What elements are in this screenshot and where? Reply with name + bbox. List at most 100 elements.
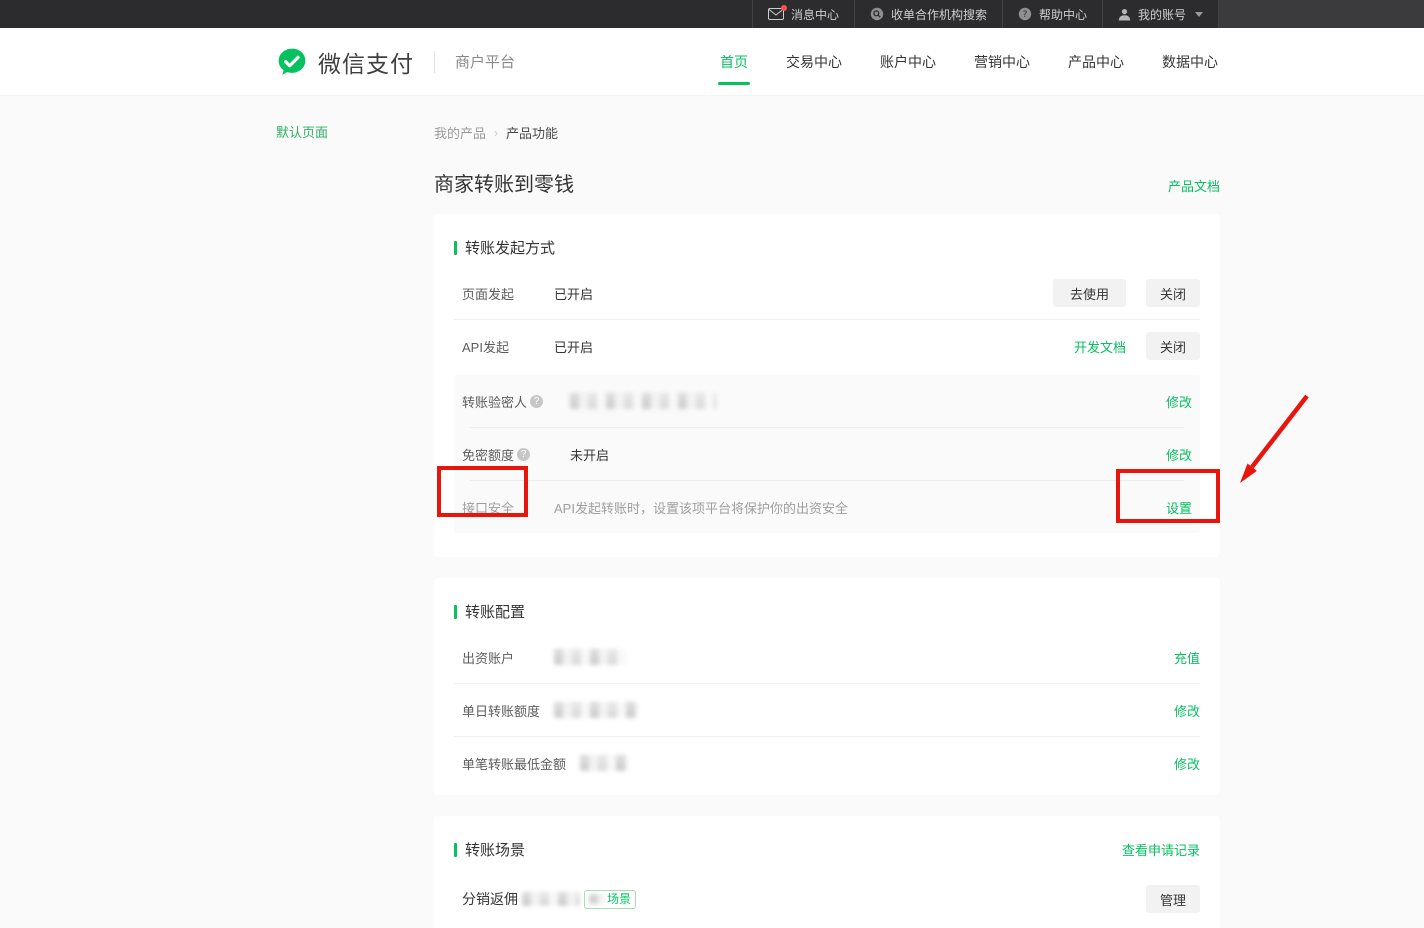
section-accent-bar bbox=[454, 605, 457, 619]
main-nav: 首页 交易中心 账户中心 营销中心 产品中心 数据中心 bbox=[720, 28, 1424, 96]
redacted-scene-value bbox=[522, 892, 580, 906]
card-transfer-initiation: 转账发起方式 页面发起 已开启 去使用 关闭 API发起 已开启 开发文档 关闭 bbox=[434, 214, 1220, 557]
svg-text:?: ? bbox=[1023, 10, 1028, 20]
row-nopass-limit: 免密额度 未开启 修改 bbox=[454, 428, 1200, 480]
go-use-button[interactable]: 去使用 bbox=[1053, 279, 1126, 307]
row-transfer-verifier: 转账验密人 修改 bbox=[454, 375, 1200, 427]
verifier-label: 转账验密人 bbox=[462, 392, 527, 411]
card-bottom-padding bbox=[454, 533, 1200, 555]
brand[interactable]: 微信支付 商户平台 bbox=[276, 45, 515, 79]
notification-dot bbox=[781, 5, 787, 11]
row-label: 单笔转账最低金额 bbox=[462, 754, 566, 773]
section-title: 转账场景 bbox=[465, 839, 525, 860]
scene-label: 分销返佣 bbox=[462, 889, 518, 909]
section-head: 转账发起方式 bbox=[454, 214, 1200, 267]
brand-name: 微信支付 bbox=[318, 45, 414, 79]
nav-item-account-center[interactable]: 账户中心 bbox=[880, 28, 936, 96]
close-page-initiation-button[interactable]: 关闭 bbox=[1146, 279, 1200, 307]
title-row: 商家转账到零钱 产品文档 bbox=[434, 168, 1220, 197]
topbar-help-label: 帮助中心 bbox=[1039, 6, 1087, 23]
sidebar-item-default-page[interactable]: 默认页面 bbox=[276, 122, 328, 141]
nav-item-data-center[interactable]: 数据中心 bbox=[1162, 28, 1218, 96]
manage-button[interactable]: 管理 bbox=[1146, 885, 1200, 913]
topbar-help-center[interactable]: ? 帮助中心 bbox=[1003, 0, 1102, 28]
help-circle-icon: ? bbox=[1018, 7, 1032, 21]
section-accent-bar bbox=[454, 241, 457, 255]
security-description: API发起转账时，设置该项平台将保护你的出资安全 bbox=[554, 498, 848, 517]
section-title: 转账发起方式 bbox=[465, 237, 555, 258]
recharge-link[interactable]: 充值 bbox=[1174, 648, 1200, 667]
modify-nopass-link[interactable]: 修改 bbox=[1166, 445, 1192, 464]
help-icon[interactable] bbox=[530, 395, 543, 408]
dev-doc-link[interactable]: 开发文档 bbox=[1074, 337, 1126, 356]
topbar-account-label: 我的账号 bbox=[1138, 6, 1186, 23]
nav-item-product-center[interactable]: 产品中心 bbox=[1068, 28, 1124, 96]
card-transfer-config: 转账配置 出资账户 充值 单日转账额度 修改 单笔转账最低金额 bbox=[434, 578, 1220, 795]
row-funding-account: 出资账户 充值 bbox=[454, 631, 1200, 683]
close-api-initiation-button[interactable]: 关闭 bbox=[1146, 332, 1200, 360]
nav-item-marketing-center[interactable]: 营销中心 bbox=[974, 28, 1030, 96]
row-api-initiation: API发起 已开启 开发文档 关闭 bbox=[454, 320, 1200, 372]
row-label: 出资账户 bbox=[462, 648, 554, 667]
redacted-daily-limit-value bbox=[554, 702, 638, 718]
nav-item-transaction-center[interactable]: 交易中心 bbox=[786, 28, 842, 96]
help-icon[interactable] bbox=[517, 448, 530, 461]
badge-label: 场景 bbox=[607, 891, 631, 908]
breadcrumb-separator-icon: › bbox=[494, 126, 498, 140]
section-head: 转账配置 bbox=[454, 578, 1200, 631]
breadcrumb-product-features: 产品功能 bbox=[506, 123, 558, 142]
topbar-search-label: 收单合作机构搜索 bbox=[891, 6, 987, 23]
breadcrumb-my-products[interactable]: 我的产品 bbox=[434, 123, 486, 142]
main-column: 我的产品 › 产品功能 商家转账到零钱 产品文档 转账发起方式 页面发起 已开启… bbox=[434, 96, 1220, 928]
header: 微信支付 商户平台 首页 交易中心 账户中心 营销中心 产品中心 数据中心 bbox=[0, 28, 1424, 96]
topbar: 消息中心 收单合作机构搜索 ? 帮助中心 我的账号 bbox=[0, 0, 1424, 28]
status-text: 已开启 bbox=[554, 284, 593, 303]
product-doc-link[interactable]: 产品文档 bbox=[1168, 176, 1220, 195]
row-min-amount: 单笔转账最低金额 修改 bbox=[454, 737, 1200, 789]
redacted-badge-text bbox=[589, 894, 605, 904]
modify-min-amount-link[interactable]: 修改 bbox=[1174, 754, 1200, 773]
section-head: 转账场景 查看申请记录 bbox=[454, 816, 1200, 869]
topbar-spacer bbox=[0, 0, 752, 28]
section-accent-bar bbox=[454, 843, 457, 857]
status-text: 未开启 bbox=[570, 445, 609, 464]
content-area: 默认页面 我的产品 › 产品功能 商家转账到零钱 产品文档 转账发起方式 页面发… bbox=[0, 96, 1424, 928]
section-title: 转账配置 bbox=[465, 601, 525, 622]
search-icon bbox=[870, 7, 884, 21]
mail-icon bbox=[768, 8, 784, 20]
settings-link[interactable]: 设置 bbox=[1166, 498, 1192, 517]
row-label: 接口安全 bbox=[462, 498, 554, 517]
brand-divider bbox=[434, 51, 435, 73]
topbar-acquirer-search[interactable]: 收单合作机构搜索 bbox=[855, 0, 1002, 28]
row-label: 免密额度 bbox=[462, 445, 554, 464]
row-label: 单日转账额度 bbox=[462, 701, 554, 720]
topbar-my-account[interactable]: 我的账号 bbox=[1103, 0, 1218, 28]
topbar-tail bbox=[1219, 0, 1424, 28]
breadcrumb: 我的产品 › 产品功能 bbox=[434, 123, 1220, 142]
brand-platform: 商户平台 bbox=[455, 51, 515, 72]
row-label: 转账验密人 bbox=[462, 392, 554, 411]
modify-verifier-link[interactable]: 修改 bbox=[1166, 392, 1192, 411]
modify-daily-limit-link[interactable]: 修改 bbox=[1174, 701, 1200, 720]
topbar-message-label: 消息中心 bbox=[791, 6, 839, 23]
wechat-pay-logo-icon bbox=[276, 46, 308, 78]
nav-item-home[interactable]: 首页 bbox=[720, 28, 748, 96]
topbar-message-center[interactable]: 消息中心 bbox=[753, 0, 854, 28]
page-title: 商家转账到零钱 bbox=[434, 168, 574, 197]
nopass-label: 免密额度 bbox=[462, 445, 514, 464]
redacted-verifier-value bbox=[570, 393, 716, 409]
view-application-records-link[interactable]: 查看申请记录 bbox=[1122, 840, 1200, 859]
user-icon bbox=[1118, 8, 1131, 21]
redacted-funding-value bbox=[554, 649, 626, 665]
row-distribution-commission: 分销返佣 场景 管理 bbox=[454, 877, 1200, 921]
row-interface-security: 接口安全 API发起转账时，设置该项平台将保护你的出资安全 设置 bbox=[454, 481, 1200, 533]
chevron-down-icon bbox=[1195, 12, 1203, 17]
row-page-initiation: 页面发起 已开启 去使用 关闭 bbox=[454, 267, 1200, 319]
status-text: 已开启 bbox=[554, 337, 593, 356]
row-label: 页面发起 bbox=[462, 284, 554, 303]
row-daily-limit: 单日转账额度 修改 bbox=[454, 684, 1200, 736]
card-transfer-scene: 转账场景 查看申请记录 分销返佣 场景 管理 向销售、团长、主播等分销方发放佣金… bbox=[434, 816, 1220, 928]
card-bottom-padding bbox=[454, 789, 1200, 793]
row-label: API发起 bbox=[462, 337, 554, 356]
redacted-min-amount-value bbox=[580, 755, 628, 771]
